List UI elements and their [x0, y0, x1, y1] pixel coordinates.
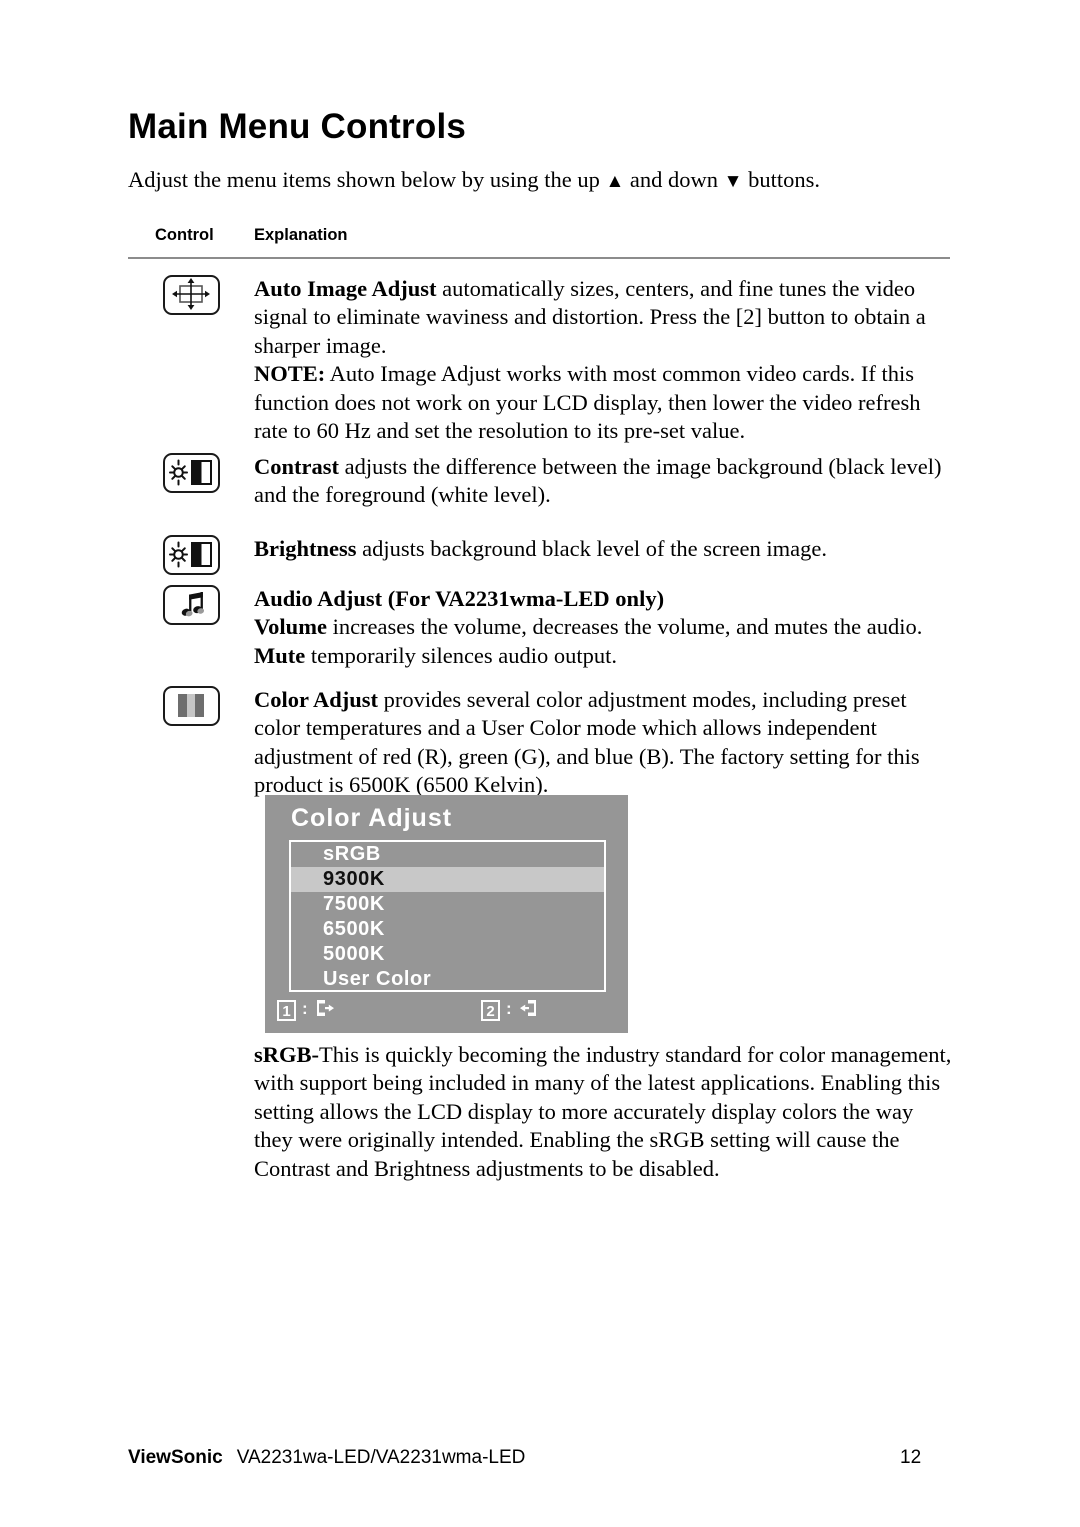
paragraph-text: This is quickly becoming the industry st… [254, 1042, 952, 1181]
row-explanation: Auto Image Adjust automatically sizes, c… [254, 275, 956, 446]
down-triangle-icon: ▼ [723, 171, 743, 192]
osd-key-1-cap: 1 [277, 1000, 296, 1021]
osd-option-srgb[interactable]: sRGB [291, 842, 604, 867]
osd-option-9300k[interactable]: 9300K [291, 867, 604, 892]
paragraph-lead: Color Adjust [254, 687, 378, 712]
osd-key-1-colon: : [302, 999, 308, 1018]
intro-instruction: Adjust the menu items shown below by usi… [128, 165, 820, 194]
row-explanation: Brightness adjusts background black leve… [254, 535, 956, 563]
osd-option-5000k[interactable]: 5000K [291, 942, 604, 967]
paragraph-lead: Auto Image Adjust [254, 276, 437, 301]
osd-option-user-color[interactable]: User Color [291, 967, 604, 992]
table-header: Control Explanation [128, 226, 950, 254]
osd-key-2: 2 : [481, 998, 540, 1023]
intro-text-middle: and down [629, 167, 719, 192]
paragraph-text: adjusts background black level of the sc… [356, 536, 827, 561]
paragraph-text: Auto Image Adjust works with most common… [254, 361, 921, 444]
paragraph: Auto Image Adjust automatically sizes, c… [254, 275, 956, 360]
paragraph: Volume increases the volume, decreases t… [254, 613, 956, 641]
column-header-control: Control [155, 226, 214, 244]
srgb-note-body: sRGB-This is quickly becoming the indust… [254, 1041, 956, 1183]
paragraph-lead: NOTE: [254, 361, 326, 387]
paragraph: Mute temporarily silences audio output. [254, 642, 956, 670]
paragraph: sRGB-This is quickly becoming the indust… [254, 1041, 956, 1183]
page-title: Main Menu Controls [128, 107, 467, 146]
audio-adjust-icon [163, 585, 220, 625]
paragraph: Brightness adjusts background black leve… [254, 535, 956, 563]
intro-text-after: buttons. [748, 167, 820, 192]
contrast-icon [163, 453, 220, 493]
osd-key-2-colon: : [506, 999, 512, 1018]
osd-title: Color Adjust [291, 804, 453, 832]
column-header-explanation: Explanation [254, 226, 348, 244]
paragraph-lead: Mute [254, 642, 306, 668]
row-explanation: Audio Adjust (For VA2231wma-LED only) Vo… [254, 585, 956, 670]
exit-right-icon [314, 998, 336, 1023]
footer-model: VA2231wa-LED/VA2231wma-LED [236, 1447, 526, 1468]
paragraph-text: temporarily silences audio output. [305, 642, 618, 668]
osd-option-7500k[interactable]: 7500K [291, 892, 604, 917]
header-divider [128, 257, 950, 259]
intro-text-before: Adjust the menu items shown below by usi… [128, 167, 600, 192]
paragraph: Audio Adjust (For VA2231wma-LED only) [254, 585, 956, 613]
up-triangle-icon: ▲ [605, 171, 625, 192]
paragraph-lead: Contrast [254, 454, 339, 479]
exit-left-icon [518, 998, 540, 1023]
footer: ViewSonic VA2231wa-LED/VA2231wma-LED [128, 1447, 525, 1469]
paragraph: Color Adjust provides several color adju… [254, 686, 956, 800]
row-explanation: Contrast adjusts the difference between … [254, 453, 956, 510]
document-page: Main Menu Controls Adjust the menu items… [0, 0, 1080, 1527]
osd-color-adjust-menu: Color Adjust sRGB 9300K 7500K 6500K 5000… [265, 795, 628, 1033]
paragraph-lead: Volume [254, 614, 327, 640]
auto-image-adjust-icon [163, 275, 220, 315]
paragraph: NOTE: Auto Image Adjust works with most … [254, 360, 956, 445]
osd-option-list: sRGB 9300K 7500K 6500K 5000K User Color [289, 840, 606, 992]
paragraph-lead: Audio Adjust (For VA2231wma-LED only) [254, 586, 665, 611]
color-adjust-icon [163, 686, 220, 726]
paragraph-text: adjusts the difference between the image… [254, 454, 942, 508]
osd-key-2-cap: 2 [481, 1000, 500, 1021]
brightness-icon [163, 535, 220, 575]
page-number: 12 [900, 1447, 922, 1468]
paragraph: Contrast adjusts the difference between … [254, 453, 956, 510]
row-explanation: Color Adjust provides several color adju… [254, 686, 956, 800]
osd-key-1: 1 : [277, 998, 336, 1023]
paragraph-lead: Brightness [254, 536, 357, 561]
footer-brand: ViewSonic [128, 1447, 223, 1468]
osd-option-6500k[interactable]: 6500K [291, 917, 604, 942]
osd-key-legend: 1 : 2 : [277, 998, 616, 1026]
paragraph-lead: sRGB- [254, 1042, 320, 1067]
paragraph-text: increases the volume, decreases the volu… [326, 614, 923, 640]
